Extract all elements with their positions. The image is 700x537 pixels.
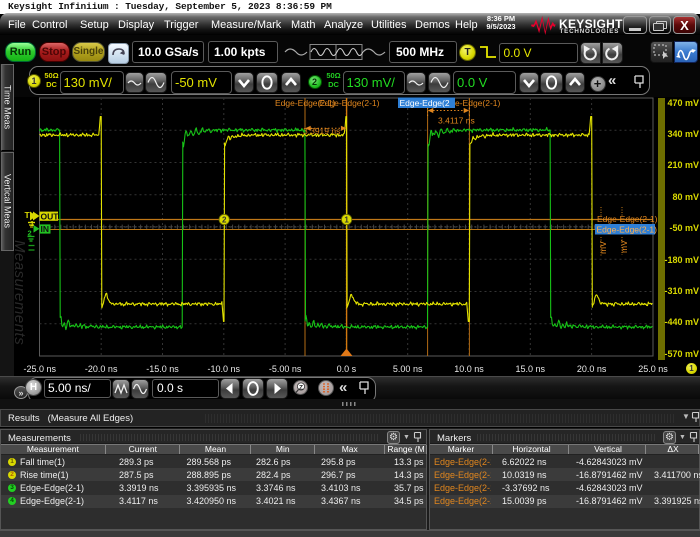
svg-text:OUT: OUT	[41, 211, 60, 221]
svg-text:3.3919 ns: 3.3919 ns	[303, 126, 340, 136]
svg-text:mV: mV	[619, 240, 629, 253]
svg-text:Edge-Edge(2-1): Edge-Edge(2-1)	[597, 225, 658, 235]
svg-text:mV: mV	[598, 241, 608, 254]
svg-text:3.4117 ns: 3.4117 ns	[438, 116, 475, 126]
svg-text:IN: IN	[41, 224, 50, 234]
svg-text:Edge-Edge(2: Edge-Edge(2	[400, 98, 450, 108]
svg-text:Edge-Edge(2-1): Edge-Edge(2-1)	[319, 98, 380, 108]
svg-text:Z: Z	[299, 384, 303, 391]
svg-text:e-Edge(2-1): e-Edge(2-1)	[455, 98, 501, 108]
svg-text:1: 1	[344, 216, 349, 225]
svg-text:Edge-Edge(2-1): Edge-Edge(2-1)	[597, 214, 658, 224]
svg-text:2: 2	[222, 216, 227, 225]
